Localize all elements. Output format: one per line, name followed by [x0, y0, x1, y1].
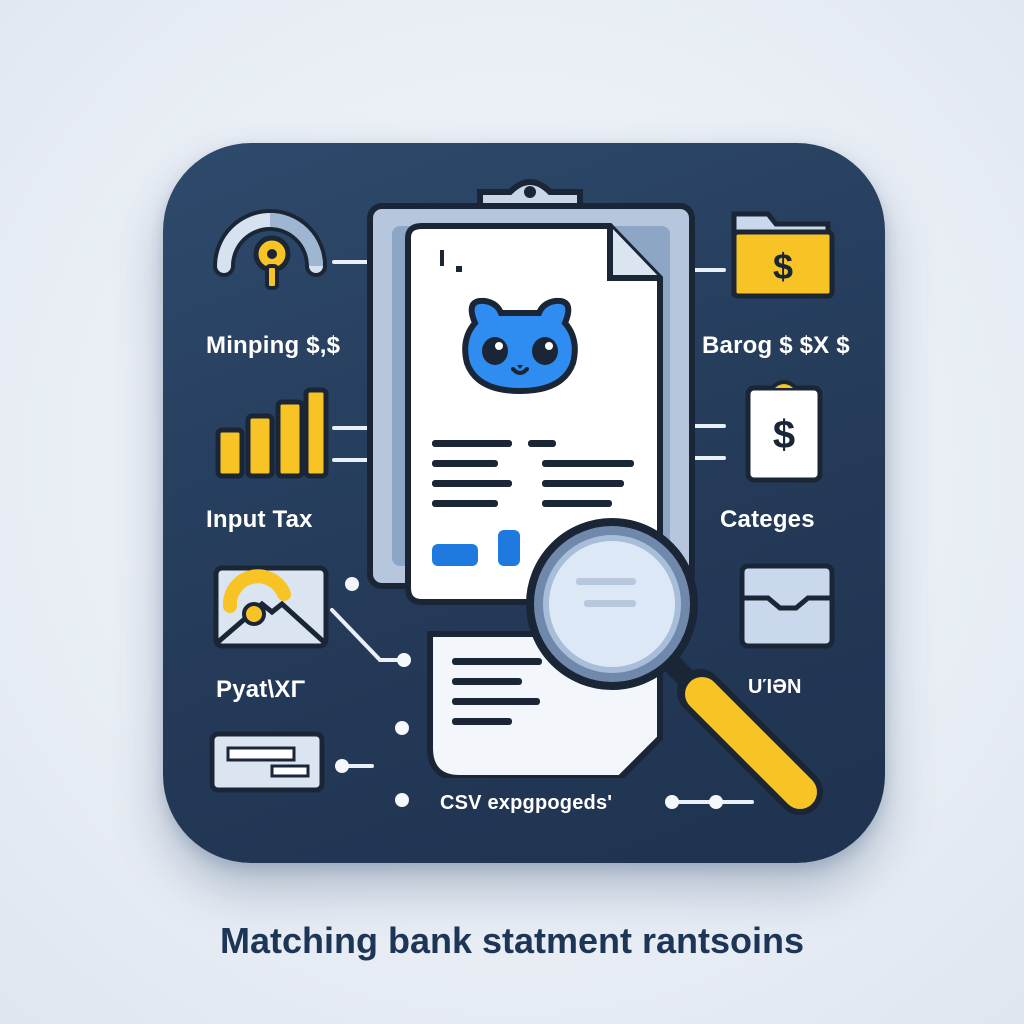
bar-chart-icon [215, 387, 329, 479]
label-left-3: Pyat\XΓ [216, 676, 306, 703]
label-left-2: Input Tax [206, 506, 313, 533]
envelope-icon [213, 565, 329, 649]
label-bottom: CSV expgpogeds' [440, 792, 613, 814]
cat-face-icon [462, 297, 578, 395]
card-icon [209, 731, 325, 793]
dollar-sign: $ [773, 246, 793, 287]
label-right-1: Barog $ $X $ [702, 332, 850, 359]
caption-title: Matching bank statment rantsoins [219, 920, 805, 961]
dollar-sign: $ [773, 413, 795, 457]
receipt-dollar-icon: $ [745, 380, 823, 483]
folder-dollar-icon: $ [731, 211, 835, 299]
label-left-1: Minping $,$ [206, 332, 341, 359]
magnifying-glass-icon [526, 518, 823, 815]
gauge-with-key-icon [213, 209, 327, 290]
